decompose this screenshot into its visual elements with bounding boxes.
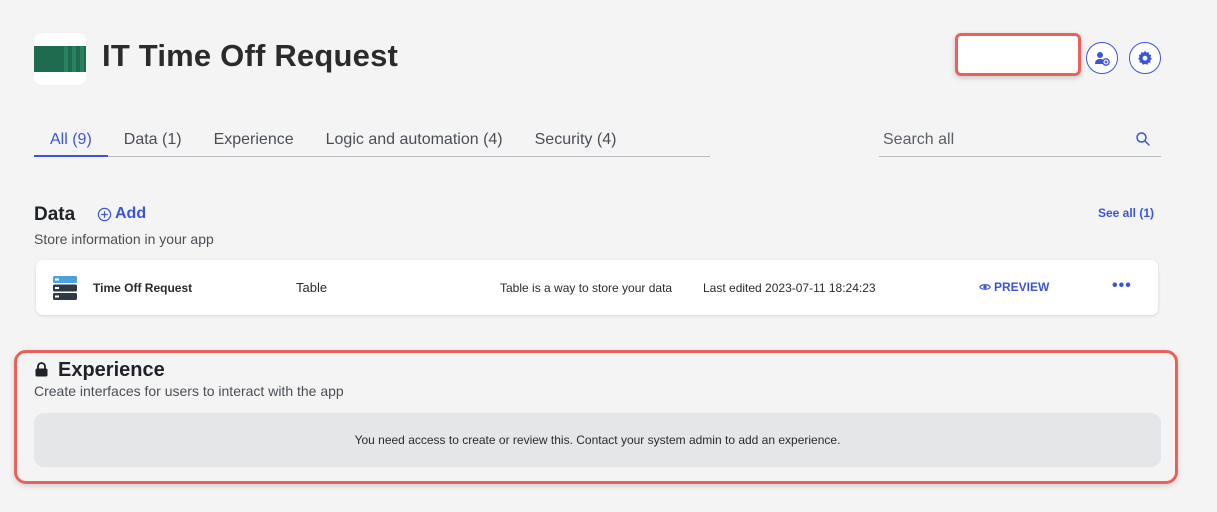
gear-icon: [1138, 50, 1152, 65]
experience-access-notice: You need access to create or review this…: [34, 413, 1161, 467]
experience-section-title: Experience: [58, 359, 165, 381]
settings-button[interactable]: [1129, 42, 1161, 74]
search-icon[interactable]: [1135, 131, 1151, 147]
tab-all[interactable]: All (9): [34, 128, 108, 157]
data-item-type: Table: [296, 280, 328, 295]
preview-label: PREVIEW: [994, 280, 1050, 294]
add-data-label: Add: [115, 205, 147, 222]
data-section-title: Data: [34, 204, 76, 225]
preview-button[interactable]: PREVIEW: [979, 280, 1049, 294]
experience-notice-text: You need access to create or review this…: [354, 433, 841, 447]
more-options-button[interactable]: •••: [1112, 277, 1132, 295]
see-all-data-link[interactable]: See all (1): [1098, 206, 1154, 220]
page-title: IT Time Off Request: [102, 38, 399, 73]
table-icon: [53, 276, 77, 300]
user-add-icon: [1095, 52, 1110, 66]
manage-members-button[interactable]: [1086, 42, 1118, 74]
eye-icon: [979, 284, 991, 290]
app-logo-image: [34, 46, 86, 72]
tab-experience[interactable]: Experience: [198, 128, 310, 157]
tab-security[interactable]: Security (4): [519, 128, 633, 157]
search-bar: [879, 128, 1161, 157]
add-circle-icon: [97, 207, 112, 221]
data-item-name[interactable]: Time Off Request: [93, 281, 192, 295]
data-item-description: Table is a way to store your data: [500, 281, 673, 295]
search-input[interactable]: [879, 128, 1129, 152]
tab-logic-and-automation[interactable]: Logic and automation (4): [310, 128, 519, 157]
highlighted-empty-field[interactable]: [955, 33, 1081, 76]
data-section-subtitle: Store information in your app: [34, 231, 214, 247]
category-tabs: All (9) Data (1) Experience Logic and au…: [34, 128, 710, 157]
data-item-card[interactable]: Time Off Request Table Table is a way to…: [36, 260, 1158, 315]
tab-data[interactable]: Data (1): [108, 128, 198, 157]
add-data-button[interactable]: Add: [97, 205, 146, 223]
experience-section-subtitle: Create interfaces for users to interact …: [34, 383, 344, 399]
app-logo: [34, 33, 86, 85]
data-item-last-edited: Last edited 2023-07-11 18:24:23: [703, 281, 876, 295]
lock-icon: [35, 362, 48, 377]
